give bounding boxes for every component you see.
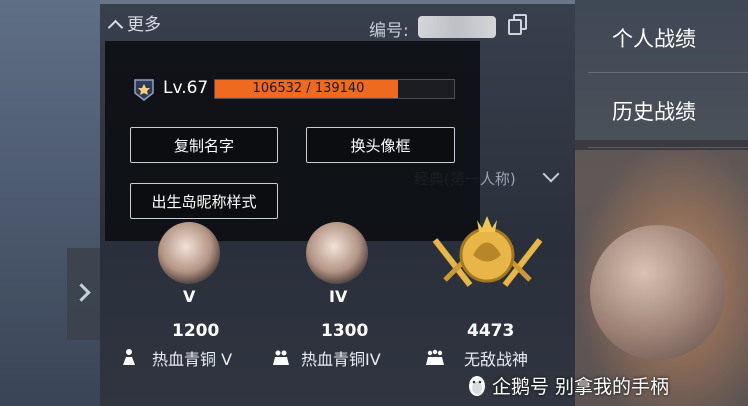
player-level: Lv.67: [163, 78, 209, 98]
side-expand-tab[interactable]: [67, 248, 100, 340]
chevron-right-icon: [72, 283, 91, 302]
more-label: 更多: [127, 15, 161, 35]
duo-mode-icon: [273, 350, 289, 365]
rank-name: 无敌战神: [464, 350, 529, 369]
background-tank: [590, 225, 725, 360]
menu-history-stats[interactable]: 历史战绩: [612, 96, 696, 126]
menu-divider: [588, 147, 748, 148]
xp-progress-text: 106532 / 139140: [252, 81, 365, 96]
menu-divider: [588, 72, 748, 73]
rank-tier-label: V: [183, 287, 196, 306]
watermark-text: 企鹅号 别拿我的手柄: [492, 376, 670, 398]
bronze-rank-emblem: [158, 222, 220, 284]
rank-tier-label: IV: [329, 287, 348, 306]
rank-name: 热血青铜IV: [301, 350, 381, 369]
squad-mode-icon: [426, 349, 444, 365]
rank-score: 1200: [172, 321, 220, 341]
chevron-up-icon: [107, 19, 124, 36]
nickname-style-button[interactable]: 出生岛昵称样式: [130, 183, 278, 219]
player-id-label: 编号:: [369, 21, 409, 41]
solo-mode-icon: [123, 349, 135, 365]
rank-name: 热血青铜 V: [152, 350, 233, 369]
xp-progress-bar: 106532 / 139140: [214, 79, 455, 99]
bronze-rank-emblem: [306, 222, 368, 284]
conqueror-rank-emblem: [432, 216, 543, 287]
copy-name-button[interactable]: 复制名字: [130, 127, 278, 163]
more-toggle[interactable]: 更多: [107, 10, 161, 36]
level-badge-icon: [134, 79, 154, 101]
background-left: [0, 0, 100, 406]
copy-icon[interactable]: [507, 13, 529, 37]
rank-score: 4473: [467, 321, 515, 341]
player-id-redacted: [418, 16, 496, 38]
change-frame-button[interactable]: 换头像框: [306, 127, 455, 163]
rank-score: 1300: [321, 321, 369, 341]
penguin-logo-icon: [469, 376, 485, 396]
menu-personal-stats[interactable]: 个人战绩: [612, 23, 696, 53]
